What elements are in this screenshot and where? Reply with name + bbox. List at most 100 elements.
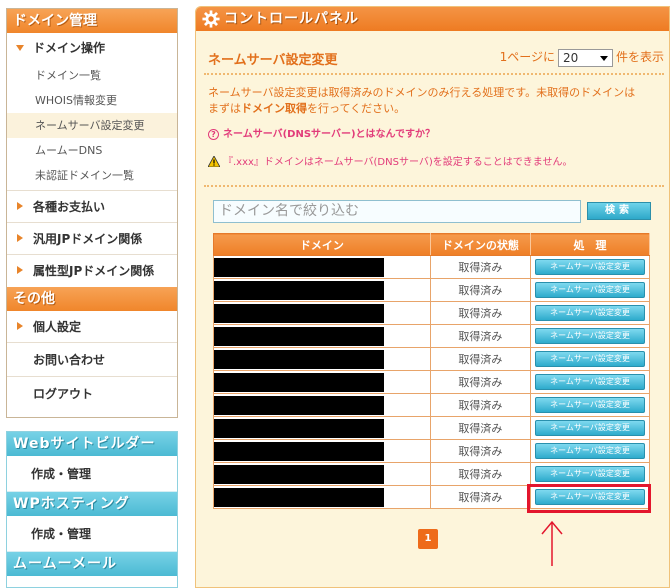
- nameserver-change-button[interactable]: ネームサーバ設定変更: [535, 328, 646, 344]
- status-cell: 取得済み: [429, 370, 532, 394]
- sidebar-item-muumuu-dns[interactable]: ムームーDNS: [7, 138, 177, 163]
- redacted-domain: [214, 395, 384, 415]
- domain-ops-sublist: ドメイン一覧 WHOIS情報変更 ネームサーバ設定変更 ムームーDNS 未認証ド…: [7, 63, 177, 191]
- table-row: 取得済み ネームサーバ設定変更: [213, 255, 650, 279]
- nameserver-change-button[interactable]: ネームサーバ設定変更: [535, 282, 646, 298]
- website-builder-header: Webサイトビルダー: [7, 432, 177, 456]
- sidebar-group-attr-jp[interactable]: 属性型JPドメイン関係: [7, 255, 177, 287]
- wp-hosting-header: WPホスティング: [7, 492, 177, 516]
- search-button[interactable]: 検索: [587, 202, 651, 220]
- sidebar-item-contact[interactable]: お問い合わせ: [7, 343, 177, 377]
- status-cell: 取得済み: [429, 416, 532, 440]
- sidebar-services-box: Webサイトビルダー 作成・管理 WPホスティング 作成・管理 ムームーメール: [6, 431, 178, 588]
- status-cell: 取得済み: [429, 255, 532, 279]
- sidebar-item-personal-settings[interactable]: 個人設定: [7, 311, 177, 343]
- sidebar-item-website-builder-manage[interactable]: 作成・管理: [7, 456, 177, 492]
- domain-cell: [213, 324, 431, 348]
- table-row: 取得済み ネームサーバ設定変更: [213, 301, 650, 325]
- sidebar-group-label: 属性型JPドメイン関係: [33, 264, 155, 278]
- sidebar-group-label: 個人設定: [33, 320, 82, 334]
- sidebar-domain-box: ドメイン管理 ドメイン操作 ドメイン一覧 WHOIS情報変更 ネームサーバ設定変…: [6, 8, 178, 418]
- redacted-domain: [214, 464, 384, 484]
- warning-message: 『.xxx』ドメインはネームサーバ(DNSサーバ)を設定することはできません。: [208, 153, 572, 168]
- redacted-domain: [214, 257, 384, 277]
- sidebar-item-logout[interactable]: ログアウト: [7, 377, 177, 411]
- redacted-domain: [214, 441, 384, 461]
- status-cell: 取得済み: [429, 462, 532, 486]
- status-cell: 取得済み: [429, 347, 532, 371]
- triangle-down-icon: [16, 45, 24, 51]
- question-icon: ?: [208, 129, 219, 140]
- arrow-up-icon: [541, 520, 563, 566]
- table-header-row: ドメイン ドメインの状態 処 理: [213, 233, 650, 256]
- sidebar-group-general-jp[interactable]: 汎用JPドメイン関係: [7, 223, 177, 255]
- column-header-domain: ドメイン: [213, 233, 431, 256]
- nameserver-change-button[interactable]: ネームサーバ設定変更: [535, 466, 646, 482]
- sidebar-group-label: ドメイン操作: [33, 41, 106, 55]
- nameserver-change-button[interactable]: ネームサーバ設定変更: [535, 305, 646, 321]
- sidebar-item-wp-hosting-manage[interactable]: 作成・管理: [7, 516, 177, 552]
- domain-acquire-link[interactable]: ドメイン取得: [241, 102, 307, 115]
- action-cell: ネームサーバ設定変更: [530, 255, 650, 279]
- action-cell: ネームサーバ設定変更: [530, 347, 650, 371]
- divider: [204, 185, 664, 187]
- dns-help-link[interactable]: ? ネームサーバ(DNSサーバー)とはなんですか？: [208, 125, 435, 140]
- per-page-control: 1ページに 20 件を表示: [500, 48, 664, 67]
- description-line-2: まずはドメイン取得を行ってください。: [208, 101, 664, 117]
- sidebar-group-domain-ops[interactable]: ドメイン操作: [7, 33, 177, 63]
- nameserver-change-button[interactable]: ネームサーバ設定変更: [535, 397, 646, 413]
- table-row: 取得済み ネームサーバ設定変更: [213, 462, 650, 486]
- other-header: その他: [7, 287, 177, 311]
- dropdown-arrow-icon: [599, 55, 608, 61]
- nameserver-change-button[interactable]: ネームサーバ設定変更: [535, 420, 646, 436]
- status-cell: 取得済み: [429, 324, 532, 348]
- domain-cell: [213, 462, 431, 486]
- redacted-domain: [214, 280, 384, 300]
- nameserver-change-button[interactable]: ネームサーバ設定変更: [535, 351, 646, 367]
- per-page-prefix: 1ページに: [499, 50, 555, 64]
- gear-icon: [202, 10, 220, 28]
- page-title: ネームサーバ設定変更: [208, 53, 338, 68]
- per-page-suffix: 件を表示: [615, 50, 664, 64]
- domain-cell: [213, 393, 431, 417]
- help-link-text: ネームサーバ(DNSサーバー)とはなんですか？: [223, 129, 436, 140]
- sidebar-group-label: 汎用JPドメイン関係: [33, 232, 143, 246]
- action-cell: ネームサーバ設定変更: [530, 301, 650, 325]
- panel-title: コントロールパネル: [224, 11, 359, 27]
- domain-cell: [213, 370, 431, 394]
- sidebar-group-payments[interactable]: 各種お支払い: [7, 191, 177, 223]
- highlight-annotation: [527, 484, 651, 513]
- warning-text: 『.xxx』ドメインはネームサーバ(DNSサーバ)を設定することはできません。: [223, 157, 573, 168]
- nameserver-change-button[interactable]: ネームサーバ設定変更: [535, 374, 646, 390]
- nameserver-change-button[interactable]: ネームサーバ設定変更: [535, 259, 646, 275]
- search-input[interactable]: ドメイン名で絞り込む: [213, 200, 581, 223]
- sidebar-item-nameserver[interactable]: ネームサーバ設定変更: [7, 113, 177, 138]
- status-cell: 取得済み: [429, 485, 532, 509]
- action-cell: ネームサーバ設定変更: [530, 439, 650, 463]
- nameserver-change-button[interactable]: ネームサーバ設定変更: [535, 443, 646, 459]
- redacted-domain: [214, 326, 384, 346]
- triangle-right-icon: [17, 266, 23, 274]
- triangle-right-icon: [17, 202, 23, 210]
- domain-management-header: ドメイン管理: [7, 9, 177, 33]
- redacted-domain: [214, 349, 384, 369]
- sidebar-item-unverified[interactable]: 未認証ドメイン一覧: [7, 163, 177, 188]
- action-cell: ネームサーバ設定変更: [530, 416, 650, 440]
- divider: [204, 73, 664, 75]
- column-header-action: 処 理: [530, 233, 650, 256]
- description-line-1: ネームサーバ設定変更は取得済みのドメインのみ行える処理です。未取得のドメインは: [208, 86, 636, 99]
- action-cell: ネームサーバ設定変更: [530, 278, 650, 302]
- per-page-select[interactable]: 20: [557, 48, 613, 67]
- table-row: 取得済み ネームサーバ設定変更: [213, 416, 650, 440]
- sidebar-item-domain-list[interactable]: ドメイン一覧: [7, 63, 177, 88]
- pagination-page-button[interactable]: 1: [418, 529, 438, 549]
- redacted-domain: [214, 418, 384, 438]
- triangle-right-icon: [17, 234, 23, 242]
- table-row: 取得済み ネームサーバ設定変更: [213, 278, 650, 302]
- action-cell: ネームサーバ設定変更: [530, 462, 650, 486]
- status-cell: 取得済み: [429, 439, 532, 463]
- sidebar-item-whois[interactable]: WHOIS情報変更: [7, 88, 177, 113]
- domain-cell: [213, 416, 431, 440]
- action-cell: ネームサーバ設定変更: [530, 324, 650, 348]
- domain-cell: [213, 485, 431, 509]
